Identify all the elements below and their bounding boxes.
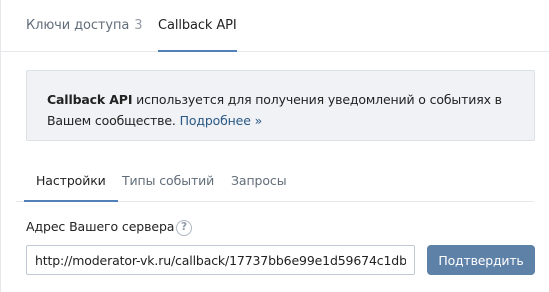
- tab-access-keys-label: Ключи доступа: [26, 18, 130, 33]
- tab-access-keys-count: 3: [134, 18, 143, 33]
- callback-api-panel: Ключи доступа 3 Callback API Callback API…: [0, 0, 549, 292]
- server-url-input[interactable]: [26, 245, 415, 275]
- tab-event-types[interactable]: Типы событий: [122, 160, 214, 201]
- tab-requests-label: Запросы: [231, 173, 287, 188]
- tab-settings-label: Настройки: [36, 173, 106, 188]
- sub-tabs: Настройки Типы событий Запросы: [16, 160, 534, 202]
- server-address-label: Адрес Вашего сервера: [26, 219, 175, 234]
- tab-event-types-label: Типы событий: [122, 173, 215, 188]
- more-link[interactable]: Подробнее »: [180, 113, 263, 128]
- info-title: Callback API: [47, 92, 133, 107]
- tab-requests[interactable]: Запросы: [231, 160, 287, 201]
- top-tabs: Ключи доступа 3 Callback API: [1, 0, 549, 52]
- tab-callback-api[interactable]: Callback API: [158, 0, 237, 52]
- help-icon[interactable]: ?: [176, 220, 192, 236]
- tab-callback-api-label: Callback API: [158, 18, 237, 33]
- info-box: Callback API используется для получения …: [26, 70, 535, 141]
- tab-access-keys[interactable]: Ключи доступа 3: [26, 0, 143, 51]
- confirm-button[interactable]: Подтвердить: [427, 245, 535, 275]
- tab-settings[interactable]: Настройки: [24, 160, 118, 202]
